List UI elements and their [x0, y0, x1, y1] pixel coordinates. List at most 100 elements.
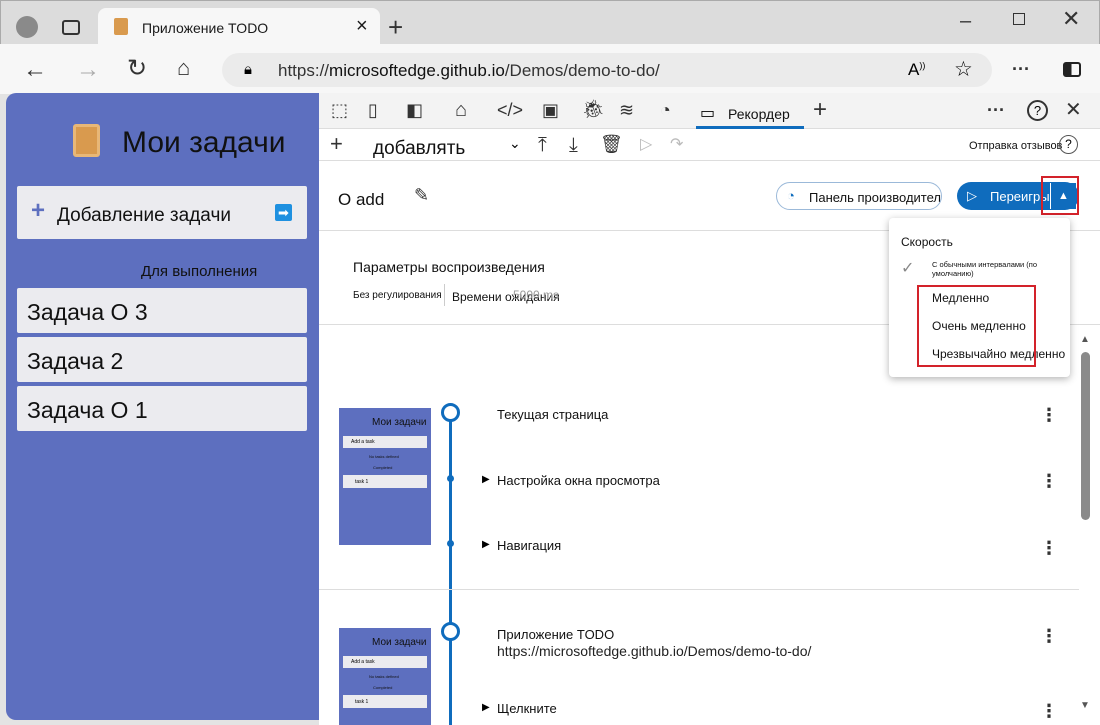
scroll-down-icon[interactable]: ▼ — [1080, 700, 1090, 711]
replay-settings-title: Параметры воспроизведения — [353, 259, 545, 275]
welcome-home-icon[interactable]: ⌂ — [455, 100, 467, 120]
lock-icon: 🔒︎ — [244, 61, 252, 78]
video-icon: ▭ — [700, 105, 716, 122]
export-icon[interactable]: ⤒ — [538, 135, 547, 155]
dock-icon[interactable]: ◧ — [406, 101, 423, 119]
back-icon[interactable]: ← — [23, 58, 47, 82]
app-clipboard-icon — [73, 124, 100, 157]
step-menu-icon[interactable]: ⋮ — [1040, 471, 1058, 492]
add-task-button[interactable]: + Добавление задачи ➡ — [17, 186, 307, 239]
highlight-box — [917, 285, 1036, 367]
help-icon[interactable]: ? — [1027, 100, 1048, 121]
expand-triangle-icon[interactable]: ▶ — [482, 702, 490, 713]
tab-actions-icon[interactable] — [62, 20, 80, 35]
sources-bug-icon[interactable]: 🐞︎ — [582, 100, 605, 118]
expand-triangle-icon[interactable]: ▶ — [482, 474, 490, 485]
feedback-link[interactable]: Отправка отзывов — [969, 140, 1062, 152]
close-devtools-icon[interactable]: ✕ — [1065, 100, 1082, 120]
minimize-icon[interactable]: – — [960, 11, 971, 31]
replay-play-icon: ▷ — [967, 188, 977, 203]
scroll-up-icon[interactable]: ▲ — [1080, 334, 1090, 345]
timeline-dot — [447, 540, 454, 547]
close-window-icon[interactable]: ✕ — [1062, 8, 1080, 30]
replay-icon[interactable]: ↷ — [670, 137, 683, 153]
url-host: microsoftedge.github.io — [329, 61, 505, 80]
recording-name: О add — [338, 190, 385, 209]
network-wifi-icon[interactable]: ≋ — [619, 101, 634, 119]
recording-select[interactable]: добавлять ⌄ — [365, 135, 525, 159]
task-item[interactable]: Задача 2 — [17, 337, 307, 382]
forward-icon[interactable]: → — [76, 58, 100, 82]
screenshot-thumbnail: Мои задачи Add a task No tasks defined C… — [339, 628, 431, 725]
section-label: Для выполнения — [141, 263, 258, 280]
read-aloud-icon[interactable]: A)) — [908, 60, 925, 80]
home-icon[interactable]: ⌂ — [177, 57, 190, 79]
favorite-icon[interactable]: ☆ — [954, 57, 973, 82]
elements-icon[interactable]: </> — [497, 101, 523, 119]
play-icon[interactable]: ▷ — [640, 137, 652, 153]
devtools-more-icon[interactable]: ··· — [987, 101, 1005, 119]
create-recording-icon[interactable]: + — [330, 133, 343, 155]
speed-menu-title: Скорость — [901, 235, 953, 249]
refresh-icon[interactable]: ↻ — [127, 57, 147, 81]
recorder-tab-label: Рекордер — [728, 106, 790, 122]
step-menu-icon[interactable]: ⋮ — [1040, 405, 1058, 426]
thumb-add: Add a task — [343, 656, 427, 668]
submit-arrow-icon[interactable]: ➡ — [275, 204, 292, 221]
feedback-help-icon[interactable]: ? — [1059, 135, 1078, 154]
scrollbar-thumb[interactable] — [1081, 352, 1090, 520]
thumb-item: task 1 — [343, 695, 427, 708]
step-menu-icon[interactable]: ⋮ — [1040, 701, 1058, 722]
device-emulation-icon[interactable]: ▯ — [368, 101, 378, 119]
tab-close-icon[interactable]: × — [356, 15, 368, 38]
thumb-sub2: Completed — [373, 685, 393, 690]
highlight-box — [1041, 176, 1079, 215]
timeline-node — [441, 403, 460, 422]
plus-icon: + — [31, 197, 46, 224]
check-icon: ✓ — [901, 260, 915, 277]
recording-select-value: добавлять — [373, 138, 466, 159]
task-item[interactable]: Задача О 3 — [17, 288, 307, 333]
step-title[interactable]: Щелкните — [497, 701, 557, 716]
step-menu-icon[interactable]: ⋮ — [1040, 626, 1058, 647]
delete-icon[interactable]: 🗑︎ — [600, 135, 623, 153]
step-menu-icon[interactable]: ⋮ — [1040, 538, 1058, 559]
performance-icon[interactable]: ◔ — [660, 101, 671, 119]
maximize-icon[interactable] — [1013, 13, 1025, 25]
throttling-select[interactable]: Без регулирования — [353, 290, 442, 301]
inspect-icon[interactable]: ⬚ — [331, 101, 348, 119]
gauge-icon: ◔ — [787, 188, 795, 203]
add-panel-icon[interactable]: + — [813, 98, 827, 122]
timeline-line — [449, 411, 452, 725]
section-divider — [319, 589, 1079, 590]
step-title[interactable]: Настройка окна просмотра — [497, 473, 660, 488]
step-title[interactable]: Приложение TODO — [497, 627, 614, 642]
clipboard-icon — [114, 18, 128, 35]
app-title: Мои задачи — [122, 126, 286, 159]
step-title[interactable]: Навигация — [497, 538, 561, 553]
thumb-sub1: No tasks defined — [369, 674, 399, 679]
console-icon[interactable]: ▣ — [542, 101, 559, 119]
browser-tab[interactable]: Приложение TODO × — [98, 8, 380, 44]
timeline-node — [441, 622, 460, 641]
step-title[interactable]: Текущая страница — [497, 407, 608, 422]
timeline-dot — [447, 475, 454, 482]
perf-panel-button[interactable]: ◔ Панель производительности — [776, 182, 942, 210]
more-icon[interactable]: ··· — [1012, 60, 1030, 78]
new-tab-icon[interactable]: + — [388, 14, 403, 40]
chevron-down-icon: ⌄ — [509, 135, 521, 151]
import-icon[interactable]: ⤓ — [569, 135, 578, 155]
edit-pencil-icon[interactable]: ✎ — [414, 186, 429, 204]
profile-icon[interactable] — [16, 16, 38, 38]
tab-recorder[interactable]: ▭ Рекордер — [696, 97, 804, 129]
thumb-add: Add a task — [343, 436, 427, 448]
thumb-sub2: Completed — [373, 465, 393, 470]
expand-triangle-icon[interactable]: ▶ — [482, 539, 490, 550]
task-item[interactable]: Задача О 1 — [17, 386, 307, 431]
url-field[interactable]: 🔒︎ https://microsoftedge.github.io/Demos… — [222, 53, 992, 87]
sidebar-toggle-icon[interactable] — [1063, 62, 1081, 77]
thumb-title: Мои задачи — [372, 637, 427, 648]
timeout-value[interactable]: 5000 ms — [513, 288, 559, 302]
speed-option-normal[interactable]: С обычными интервалами (по умолчанию) — [932, 260, 1070, 278]
thumb-title: Мои задачи — [372, 417, 427, 428]
